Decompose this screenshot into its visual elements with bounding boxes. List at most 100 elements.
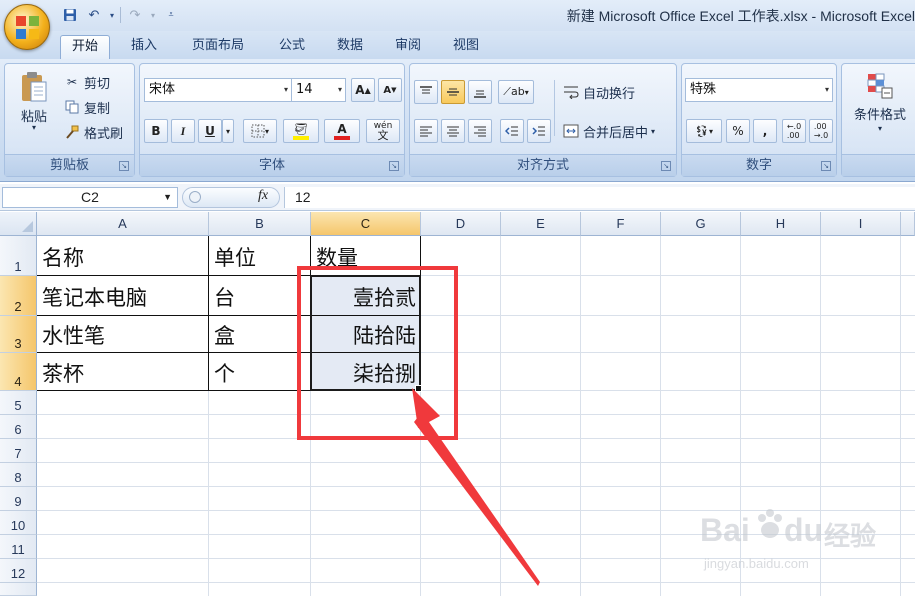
align-center-button[interactable] bbox=[441, 119, 465, 143]
row-header-7[interactable]: 7 bbox=[0, 439, 37, 463]
orientation-button[interactable]: ⟋ab ▾ bbox=[498, 80, 534, 104]
italic-button[interactable]: I bbox=[171, 119, 195, 143]
underline-button[interactable]: U bbox=[198, 119, 222, 143]
bold-button[interactable]: B bbox=[144, 119, 168, 143]
fill-color-button[interactable]: 🪣︎ bbox=[283, 119, 319, 143]
row-header-13[interactable] bbox=[0, 583, 37, 596]
row-header-10[interactable]: 10 bbox=[0, 511, 37, 535]
column-header-d[interactable]: D bbox=[421, 212, 501, 236]
align-left-button[interactable] bbox=[414, 119, 438, 143]
customize-qat-icon[interactable]: ⩡ bbox=[161, 5, 181, 25]
row-header-8[interactable]: 8 bbox=[0, 463, 37, 487]
insert-function-button[interactable]: fx bbox=[258, 188, 268, 204]
paintbrush-icon bbox=[63, 123, 81, 141]
align-top-button[interactable] bbox=[414, 80, 438, 104]
column-header-i[interactable]: I bbox=[821, 212, 901, 236]
font-size-select[interactable]: 14 ▾ bbox=[291, 78, 346, 102]
align-middle-button[interactable] bbox=[441, 80, 465, 104]
column-header-g[interactable]: G bbox=[661, 212, 741, 236]
clipboard-launcher-icon[interactable]: ↘ bbox=[119, 161, 129, 171]
cut-button[interactable]: ✂ 剪切 bbox=[63, 70, 110, 94]
number-launcher-icon[interactable]: ↘ bbox=[821, 161, 831, 171]
column-header-a[interactable]: A bbox=[37, 212, 209, 236]
copy-label: 复制 bbox=[84, 101, 111, 117]
font-color-button[interactable]: A bbox=[324, 119, 360, 143]
row-header-11[interactable]: 11 bbox=[0, 535, 37, 559]
accounting-format-button[interactable]: 💱︎ ▾ bbox=[686, 119, 722, 143]
column-header-f[interactable]: F bbox=[581, 212, 661, 236]
shrink-font-button[interactable]: A ▼ bbox=[378, 78, 402, 102]
column-header-e[interactable]: E bbox=[501, 212, 581, 236]
undo-icon[interactable]: ↶ bbox=[84, 5, 104, 25]
row-header-3[interactable]: 3 bbox=[0, 316, 37, 353]
tab-page-layout[interactable]: 页面布局 bbox=[180, 35, 256, 59]
cell-b1[interactable]: 单位 bbox=[214, 248, 256, 269]
column-header-h[interactable]: H bbox=[741, 212, 821, 236]
row-header-9[interactable]: 9 bbox=[0, 487, 37, 511]
column-header-b[interactable]: B bbox=[209, 212, 311, 236]
chevron-down-icon: ▼ bbox=[163, 192, 172, 202]
cell-b2[interactable]: 台 bbox=[214, 288, 235, 309]
font-launcher-icon[interactable]: ↘ bbox=[389, 161, 399, 171]
paste-button[interactable]: 粘贴 ▾ bbox=[13, 70, 55, 140]
office-button[interactable] bbox=[4, 4, 50, 50]
align-right-button[interactable] bbox=[468, 119, 492, 143]
grow-font-button[interactable]: A ▲ bbox=[351, 78, 375, 102]
underline-dropdown-icon[interactable]: ▾ bbox=[222, 119, 234, 143]
decrease-indent-button[interactable] bbox=[500, 119, 524, 143]
align-center-icon bbox=[447, 126, 459, 137]
conditional-formatting-label: 条件格式 bbox=[853, 108, 906, 123]
cell-a2[interactable]: 笔记本电脑 bbox=[42, 288, 147, 309]
align-bottom-button[interactable] bbox=[468, 80, 492, 104]
name-box[interactable]: C2 ▼ bbox=[2, 187, 178, 208]
column-header-j[interactable] bbox=[901, 212, 915, 236]
borders-button[interactable]: ▾ bbox=[243, 119, 277, 143]
column-header-c[interactable]: C bbox=[311, 212, 421, 236]
save-icon[interactable] bbox=[60, 5, 80, 25]
watermark-cn: 经验 bbox=[824, 522, 877, 552]
row-header-2[interactable]: 2 bbox=[0, 276, 37, 316]
wrap-text-button[interactable]: 自动换行 bbox=[562, 80, 635, 104]
select-all-button[interactable] bbox=[0, 212, 37, 236]
phonetic-button[interactable]: wén 文 bbox=[366, 119, 400, 143]
row-header-12[interactable]: 12 bbox=[0, 559, 37, 583]
row-header-6[interactable]: 6 bbox=[0, 415, 37, 439]
cell-a3[interactable]: 水性笔 bbox=[42, 326, 105, 347]
formula-input[interactable]: 12 bbox=[284, 187, 915, 208]
copy-button[interactable]: 复制 bbox=[63, 95, 110, 119]
row-header-4[interactable]: 4 bbox=[0, 353, 37, 391]
tab-view[interactable]: 视图 bbox=[444, 35, 488, 59]
formula-bar: C2 ▼ fx 12 bbox=[0, 184, 915, 211]
comma-style-button[interactable]: , bbox=[753, 119, 777, 143]
font-size-value: 14 bbox=[296, 82, 313, 97]
cell-a4[interactable]: 茶杯 bbox=[42, 364, 84, 385]
cell-b3[interactable]: 盒 bbox=[214, 326, 235, 347]
tab-insert[interactable]: 插入 bbox=[122, 35, 166, 59]
increase-decimal-button[interactable]: ←.0.00 bbox=[782, 119, 806, 143]
tab-review[interactable]: 审阅 bbox=[386, 35, 430, 59]
redo-dropdown-icon[interactable]: ▾ bbox=[149, 5, 157, 25]
tab-data[interactable]: 数据 bbox=[328, 35, 372, 59]
cell-a1[interactable]: 名称 bbox=[42, 248, 84, 269]
alignment-launcher-icon[interactable]: ↘ bbox=[661, 161, 671, 171]
row-header-5[interactable]: 5 bbox=[0, 391, 37, 415]
format-painter-button[interactable]: 格式刷 bbox=[63, 120, 123, 144]
row-header-1[interactable]: 1 bbox=[0, 236, 37, 276]
percent-style-button[interactable]: % bbox=[726, 119, 750, 143]
styles-group: 条件格式 ▾ bbox=[841, 63, 915, 177]
undo-dropdown-icon[interactable]: ▾ bbox=[108, 5, 116, 25]
worksheet-grid[interactable]: A B C D E F G H I 1 2 3 4 5 6 7 8 9 10 1… bbox=[0, 212, 915, 596]
tab-home[interactable]: 开始 bbox=[60, 35, 110, 59]
redo-icon[interactable]: ↷ bbox=[125, 5, 145, 25]
number-format-select[interactable]: 特殊 ▾ bbox=[685, 78, 833, 102]
align-middle-icon bbox=[447, 88, 459, 96]
conditional-formatting-button[interactable]: 条件格式 ▾ bbox=[846, 72, 914, 142]
increase-indent-button[interactable] bbox=[527, 119, 551, 143]
circle-icon bbox=[189, 191, 201, 203]
cell-b4[interactable]: 个 bbox=[214, 364, 235, 385]
decrease-decimal-button[interactable]: .00 →.0 bbox=[809, 119, 833, 143]
font-name-select[interactable]: 宋体 ▾ bbox=[144, 78, 292, 102]
tab-formulas[interactable]: 公式 bbox=[270, 35, 314, 59]
title-bar: ↶ ▾ ↷ ▾ ⩡ 新建 Microsoft Office Excel 工作表.… bbox=[0, 0, 915, 31]
merge-center-button[interactable]: 合并后居中 ▾ bbox=[562, 119, 655, 143]
